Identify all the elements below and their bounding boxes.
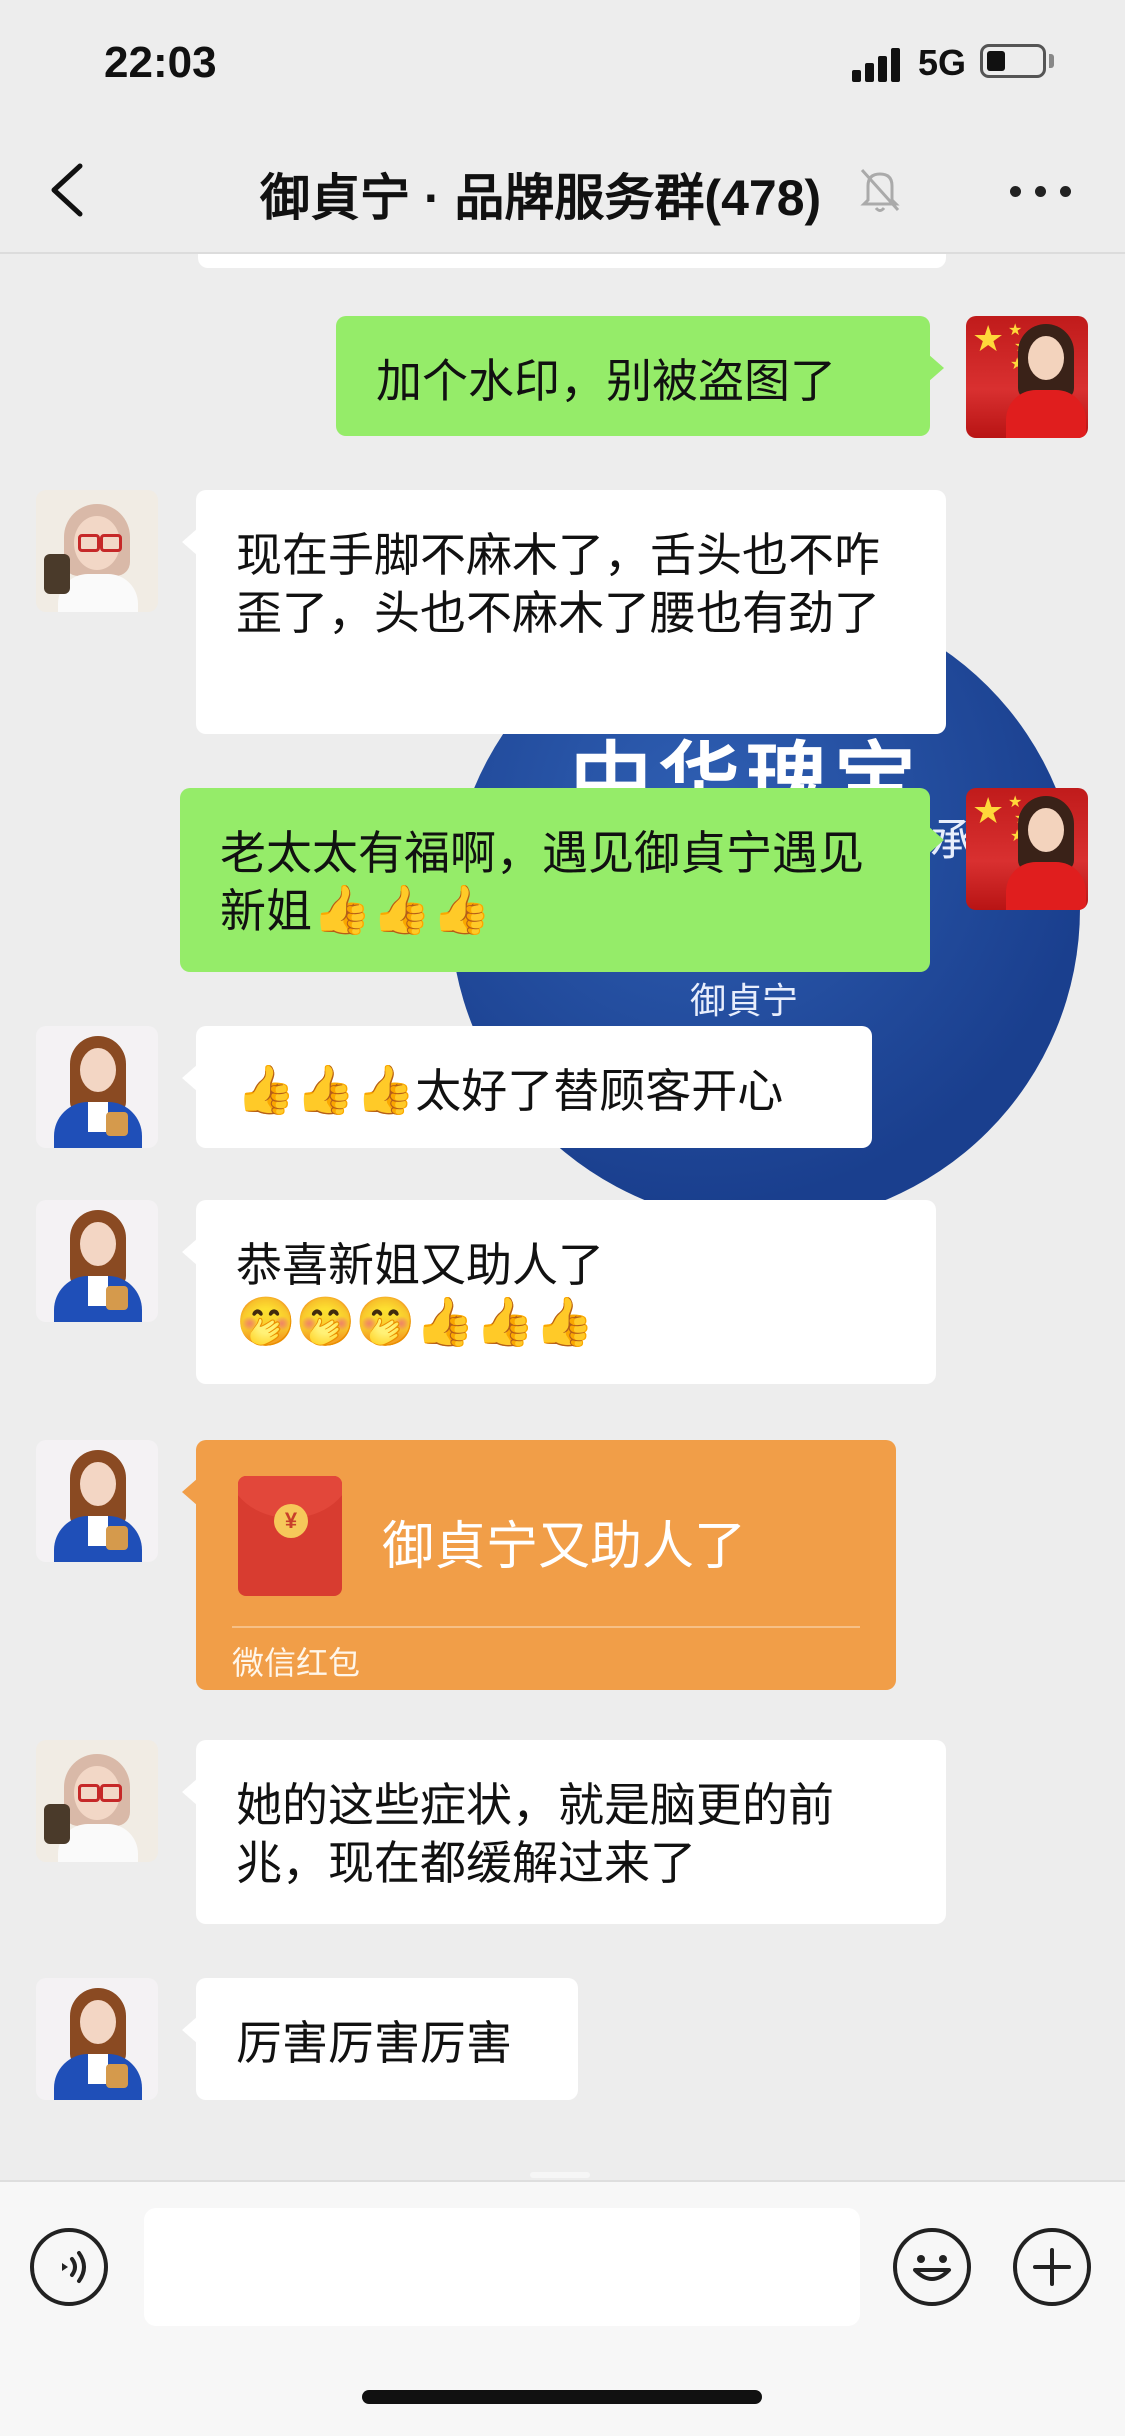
message-bubble[interactable]: 老太太有福啊，遇见御貞宁遇见新姐👍👍👍	[180, 788, 944, 972]
more-dot	[1035, 186, 1046, 197]
voice-button[interactable]	[30, 2228, 108, 2306]
avatar[interactable]	[36, 1440, 158, 1562]
red-packet-title: 御貞宁又助人了	[382, 1518, 747, 1576]
message-bubble[interactable]: 她的这些症状，就是脑更的前兆，现在都缓解过来了	[182, 1740, 946, 1924]
avatar[interactable]	[36, 1200, 158, 1322]
status-bar: 22:03 5G	[0, 0, 1125, 130]
voice-icon	[62, 2251, 86, 2283]
status-time: 22:03	[104, 38, 217, 87]
avatar[interactable]: ★ ★ ★ ★	[966, 316, 1088, 438]
message-bubble[interactable]: 加个水印，别被盗图了	[336, 316, 944, 436]
more-dot	[1060, 186, 1071, 197]
more-functions-button[interactable]	[1013, 2228, 1091, 2306]
battery-icon	[980, 44, 1046, 78]
chat-area[interactable]: 中华瑰宝 承 御貞宁 加个水印，别被盗图了 ★ ★ ★ ★ 现在手脚不麻木了，舌…	[0, 254, 1125, 2180]
more-dot	[1010, 186, 1021, 197]
bell-off-icon	[856, 164, 904, 216]
back-button[interactable]	[40, 158, 100, 222]
network-label: 5G	[918, 42, 967, 83]
home-indicator	[362, 2390, 762, 2404]
emoji-button[interactable]	[893, 2228, 971, 2306]
more-button[interactable]	[1010, 170, 1072, 210]
avatar[interactable]	[36, 1740, 158, 1862]
previous-message-edge	[198, 254, 946, 268]
avatar[interactable]: ★ ★ ★ ★	[966, 788, 1088, 910]
signal-icon	[852, 48, 904, 82]
chat-title: 御貞宁 · 品牌服务群(478)	[260, 170, 822, 226]
message-bubble[interactable]: 厉害厉害厉害	[182, 1978, 578, 2100]
red-packet-message[interactable]: ¥ 御貞宁又助人了 微信红包	[182, 1440, 896, 1690]
plus-circle-icon	[1033, 2248, 1071, 2286]
wechat-chat-screen: 22:03 5G 御貞宁 · 品牌服务群(478) 中华瑰宝 承 御貞宁 加个水…	[0, 0, 1125, 2436]
nav-bar: 御貞宁 · 品牌服务群(478)	[0, 130, 1125, 254]
red-envelope-icon: ¥	[238, 1476, 342, 1596]
avatar[interactable]	[36, 490, 158, 612]
message-bubble[interactable]: 👍👍👍太好了替顾客开心	[182, 1026, 872, 1148]
avatar[interactable]	[36, 1026, 158, 1148]
scroll-hint	[530, 2172, 590, 2178]
avatar[interactable]	[36, 1978, 158, 2100]
chevron-left-icon	[51, 163, 83, 217]
message-bubble[interactable]: 现在手脚不麻木了，舌头也不咋歪了，头也不麻木了腰也有劲了	[182, 490, 946, 734]
smile-icon	[913, 2255, 951, 2281]
red-packet-label: 微信红包	[232, 1645, 361, 1681]
message-input[interactable]	[144, 2208, 860, 2326]
input-bar	[0, 2180, 1125, 2436]
message-bubble[interactable]: 恭喜新姐又助人了🤭🤭🤭👍👍👍	[182, 1200, 936, 1384]
